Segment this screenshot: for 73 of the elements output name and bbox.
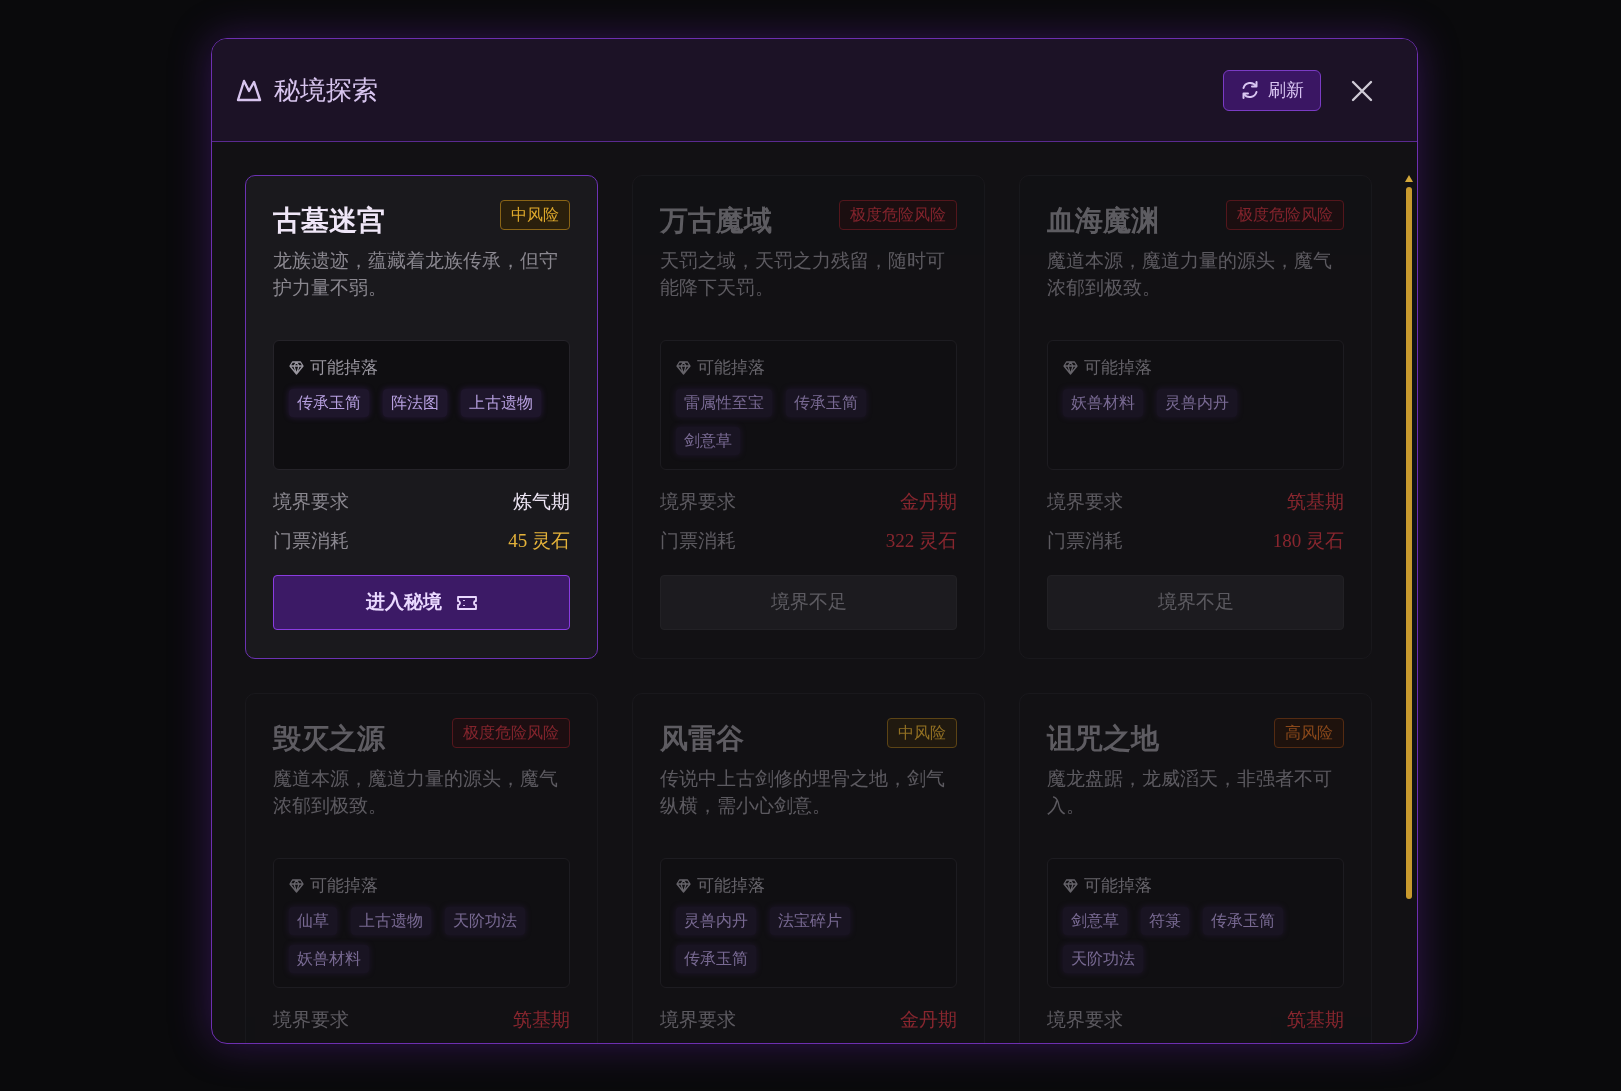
- realm-name: 万古魔域: [660, 204, 772, 238]
- info-label: 境界要求: [1047, 1008, 1123, 1032]
- drop-tag: 天阶功法: [445, 906, 525, 935]
- gem-icon: [1063, 360, 1078, 375]
- risk-tag: 中风险: [887, 718, 957, 748]
- risk-tag: 极度危险风险: [1226, 200, 1344, 230]
- refresh-button[interactable]: 刷新: [1223, 69, 1321, 111]
- drop-tag: 上古遗物: [461, 388, 541, 417]
- realm-description: 龙族遗迹，蕴藏着龙族传承，但守护力量不弱。: [273, 249, 559, 300]
- realm-description: 魔道本源，魔道力量的源头，魔气浓郁到极致。: [1047, 249, 1333, 300]
- info-label: 门票消耗: [660, 528, 736, 553]
- drop-tag: 传承玉简: [1203, 906, 1283, 935]
- realm-name: 古墓迷宫: [273, 204, 385, 238]
- realm-description: 传说中上古剑修的埋骨之地，剑气纵横，需小心剑意。: [660, 767, 946, 818]
- drops-label: 可能掉落: [697, 357, 765, 379]
- drop-tag: 传承玉简: [676, 944, 756, 973]
- info-label: 门票消耗: [273, 528, 349, 553]
- drop-tag: 剑意草: [676, 426, 740, 455]
- gem-icon: [289, 878, 304, 893]
- info-label: 境界要求: [1047, 490, 1123, 514]
- drop-tag: 阵法图: [383, 388, 447, 417]
- info-label: 门票消耗: [1047, 528, 1123, 553]
- info-value: 322 灵石: [885, 528, 957, 553]
- drops-label: 可能掉落: [697, 875, 765, 897]
- drops-label: 可能掉落: [310, 875, 378, 897]
- drop-tag: 传承玉简: [289, 388, 369, 417]
- drop-tag: 妖兽材料: [1063, 388, 1143, 417]
- info-label: 境界要求: [660, 490, 736, 514]
- info-value: 金丹期: [900, 490, 957, 514]
- info-value: 筑基期: [513, 1008, 570, 1032]
- info-value: 筑基期: [1287, 490, 1344, 514]
- drop-tag: 雷属性至宝: [676, 388, 772, 417]
- dialog-title: 秘境探索: [274, 74, 378, 107]
- risk-tag: 中风险: [500, 200, 570, 230]
- drop-tag: 灵兽内丹: [676, 906, 756, 935]
- drop-tag: 天阶功法: [1063, 944, 1143, 973]
- mountain-icon: [236, 78, 262, 102]
- drop-tag: 传承玉简: [786, 388, 866, 417]
- enter-button[interactable]: 进入秘境: [273, 575, 570, 630]
- realm-name: 血海魔渊: [1047, 204, 1159, 238]
- info-label: 境界要求: [660, 1008, 736, 1032]
- drop-tag: 上古遗物: [351, 906, 431, 935]
- info-label: 境界要求: [273, 1008, 349, 1032]
- gem-icon: [289, 360, 304, 375]
- drops-label: 可能掉落: [310, 357, 378, 379]
- info-value: 炼气期: [513, 490, 570, 514]
- risk-tag: 高风险: [1274, 718, 1344, 748]
- realm-name: 风雷谷: [660, 722, 744, 756]
- realm-description: 天罚之域，天罚之力残留，随时可能降下天罚。: [660, 249, 946, 300]
- risk-tag: 极度危险风险: [452, 718, 570, 748]
- realm-description: 魔道本源，魔道力量的源头，魔气浓郁到极致。: [273, 767, 559, 818]
- drop-tag: 灵兽内丹: [1157, 388, 1237, 417]
- drop-tag: 法宝碎片: [770, 906, 850, 935]
- drop-tag: 剑意草: [1063, 906, 1127, 935]
- gem-icon: [1063, 878, 1078, 893]
- drop-tag: 妖兽材料: [289, 944, 369, 973]
- realm-name: 诅咒之地: [1047, 722, 1159, 756]
- drop-tag: 仙草: [289, 906, 337, 935]
- ticket-icon: [455, 594, 478, 611]
- realm-description: 魔龙盘踞，龙威滔天，非强者不可入。: [1047, 767, 1333, 818]
- realm-name: 毁灭之源: [273, 722, 385, 756]
- info-value: 45 灵石: [508, 528, 570, 553]
- refresh-icon: [1240, 80, 1260, 100]
- info-label: 境界要求: [273, 490, 349, 514]
- gem-icon: [676, 360, 691, 375]
- info-value: 金丹期: [900, 1008, 957, 1032]
- info-value: 筑基期: [1287, 1008, 1344, 1032]
- drop-tag: 符箓: [1141, 906, 1189, 935]
- drops-label: 可能掉落: [1084, 875, 1152, 897]
- drops-label: 可能掉落: [1084, 357, 1152, 379]
- risk-tag: 极度危险风险: [839, 200, 957, 230]
- gem-icon: [676, 878, 691, 893]
- info-value: 180 灵石: [1272, 528, 1344, 553]
